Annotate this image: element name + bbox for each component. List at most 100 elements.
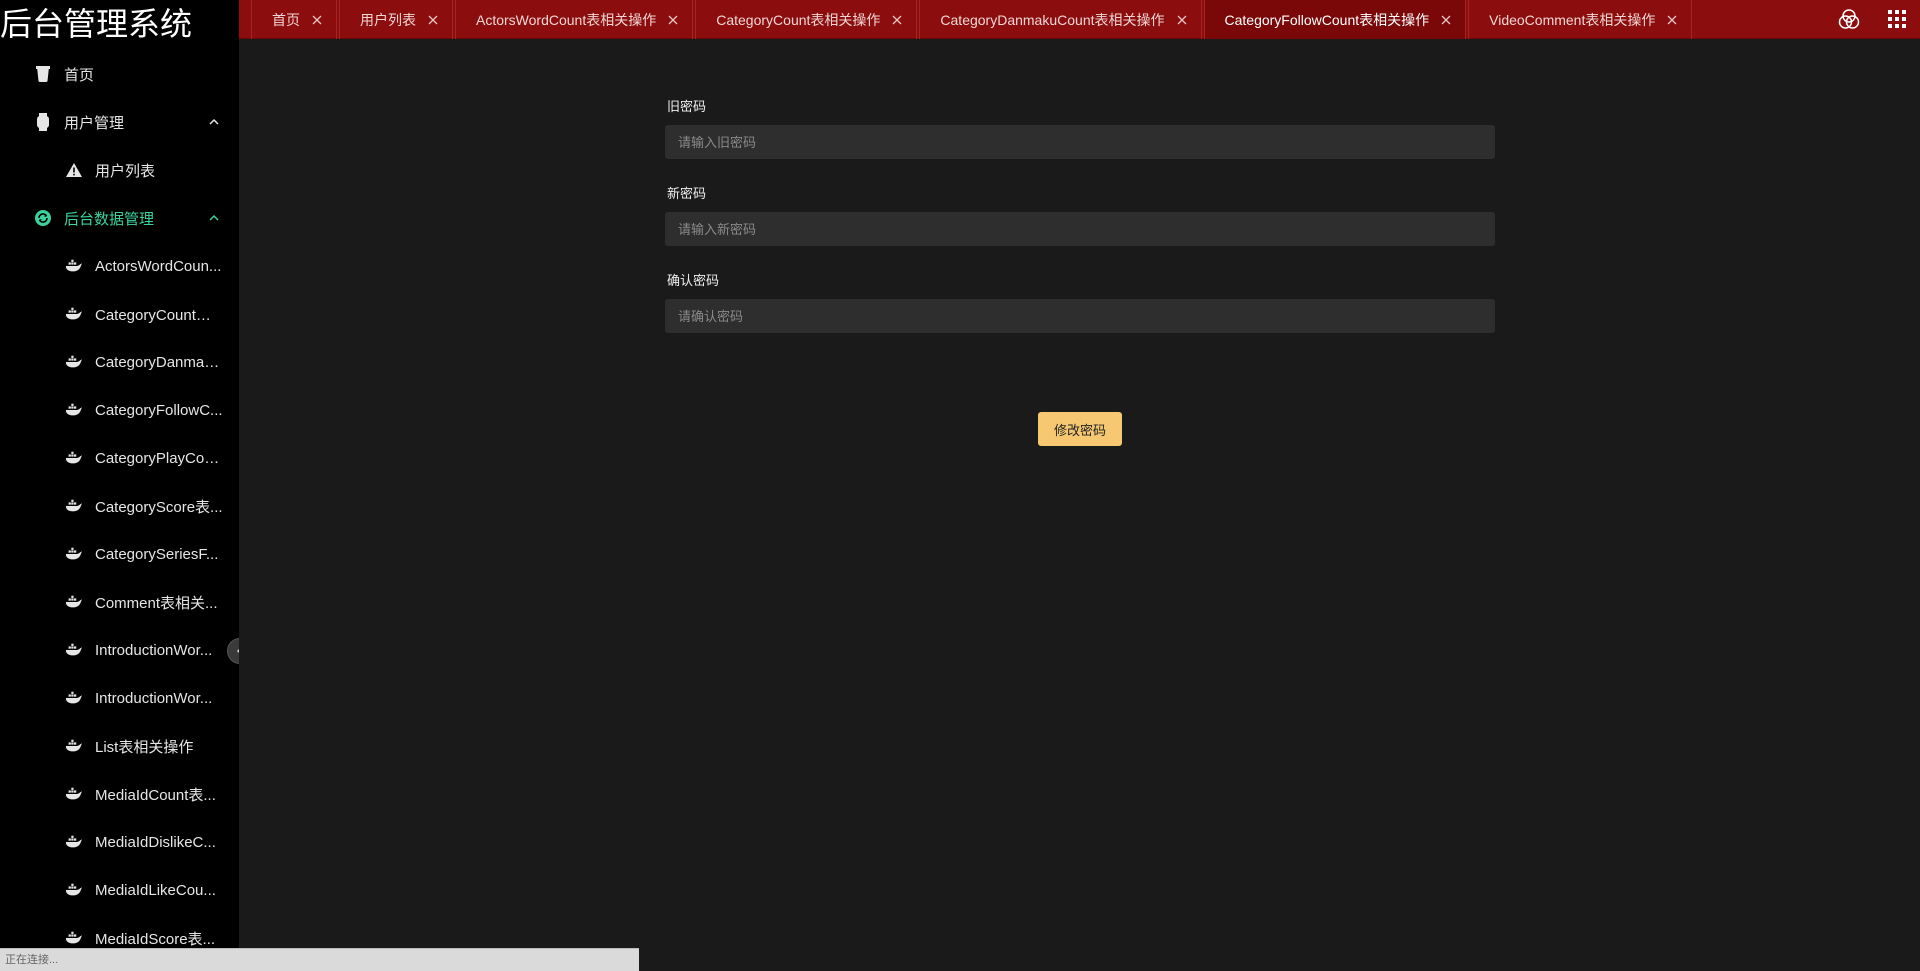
tab[interactable]: ActorsWordCount表相关操作 xyxy=(455,0,694,39)
whale-icon xyxy=(65,353,83,371)
whale-icon xyxy=(65,305,83,323)
sidebar-item-label: CategorySeriesF... xyxy=(95,545,219,563)
main-content: 旧密码 新密码 确认密码 修改密码 xyxy=(239,40,1920,971)
tab[interactable]: CategoryFollowCount表相关操作 xyxy=(1203,0,1467,39)
app-title: 后台管理系统 xyxy=(0,6,193,42)
chevron-up-icon xyxy=(209,214,219,221)
confirm-password-label: 确认密码 xyxy=(667,273,720,288)
whale-icon xyxy=(65,449,83,467)
sidebar-data-item[interactable]: CategoryFollowC... xyxy=(0,386,239,434)
old-password-label: 旧密码 xyxy=(667,99,707,114)
sidebar-item-label: Comment表相关... xyxy=(95,594,218,612)
sidebar-data-item[interactable]: CategoryDanmak... xyxy=(0,338,239,386)
theme-circles-icon[interactable] xyxy=(1838,8,1860,30)
whale-icon xyxy=(65,929,83,947)
tab-label: CategoryCount表相关操作 xyxy=(716,11,881,28)
confirm-password-input[interactable] xyxy=(665,299,1495,333)
sidebar-data-item[interactable]: MediaIdDislikeC... xyxy=(0,818,239,866)
close-icon[interactable] xyxy=(892,15,902,25)
sidebar-item-label: 用户列表 xyxy=(95,162,156,180)
whale-icon xyxy=(65,833,83,851)
grid-icon[interactable] xyxy=(1886,8,1908,30)
whale-icon xyxy=(65,593,83,611)
sidebar-item-label: IntroductionWor... xyxy=(95,641,213,659)
tab-label: CategoryFollowCount表相关操作 xyxy=(1224,11,1430,28)
sidebar-item-label: MediaIdDislikeC... xyxy=(95,833,216,851)
chevron-up-icon xyxy=(209,118,219,125)
sidebar-item-user-list[interactable]: 用户列表 xyxy=(0,146,239,194)
whale-icon xyxy=(65,401,83,419)
sidebar-item-user-management[interactable]: 用户管理 xyxy=(0,98,239,146)
sidebar-item-label: CategoryFollowC... xyxy=(95,401,223,419)
whale-icon xyxy=(65,257,83,275)
whale-icon xyxy=(65,881,83,899)
sidebar-data-item[interactable]: ActorsWordCoun... xyxy=(0,242,239,290)
sidebar-data-item[interactable]: IntroductionWor... xyxy=(0,674,239,722)
whale-icon xyxy=(65,641,83,659)
cup-icon xyxy=(34,65,52,83)
sidebar-data-item[interactable]: CategorySeriesF... xyxy=(0,530,239,578)
close-icon[interactable] xyxy=(1667,15,1677,25)
new-password-label: 新密码 xyxy=(667,186,707,201)
refresh-icon xyxy=(34,209,52,227)
sidebar-data-item[interactable]: List表相关操作 xyxy=(0,722,239,770)
new-password-field: 新密码 xyxy=(665,183,1495,246)
whale-icon xyxy=(65,689,83,707)
sidebar-item-label: MediaIdCount表... xyxy=(95,786,216,804)
tabs: 首页 用户列表 ActorsWordCount表相关操作 CategoryCount表… xyxy=(251,0,1694,39)
sidebar-item-data-management[interactable]: 后台数据管理 xyxy=(0,194,239,242)
sidebar: 后台管理系统 首页 用户管理 用户列表 后台数据管理 ActorsWordCou… xyxy=(0,0,239,971)
old-password-field: 旧密码 xyxy=(665,96,1495,159)
close-icon[interactable] xyxy=(312,15,322,25)
sidebar-data-item[interactable]: Comment表相关... xyxy=(0,578,239,626)
tab[interactable]: 用户列表 xyxy=(339,0,453,39)
tab-label: 首页 xyxy=(272,11,300,28)
sidebar-data-item[interactable]: CategoryScore表... xyxy=(0,482,239,530)
sidebar-item-label: CategoryScore表... xyxy=(95,498,223,516)
tab-label: VideoComment表相关操作 xyxy=(1489,11,1656,28)
sidebar-data-item[interactable]: IntroductionWor... xyxy=(0,626,239,674)
close-icon[interactable] xyxy=(1177,15,1187,25)
tab[interactable]: CategoryDanmakuCount表相关操作 xyxy=(919,0,1202,39)
sidebar-data-item[interactable]: CategoryPlayCou... xyxy=(0,434,239,482)
tab[interactable]: VideoComment表相关操作 xyxy=(1468,0,1693,39)
sidebar-item-home[interactable]: 首页 xyxy=(0,50,239,98)
sidebar-item-label: 用户管理 xyxy=(64,114,125,132)
new-password-input[interactable] xyxy=(665,212,1495,246)
old-password-input[interactable] xyxy=(665,125,1495,159)
sidebar-data-item[interactable]: MediaIdLikeCou... xyxy=(0,866,239,914)
whale-icon xyxy=(65,737,83,755)
sidebar-item-label: IntroductionWor... xyxy=(95,689,213,707)
tab-bar: 首页 用户列表 ActorsWordCount表相关操作 CategoryCount表… xyxy=(239,0,1920,39)
sidebar-item-label: CategoryPlayCou... xyxy=(95,449,223,467)
tab[interactable]: 首页 xyxy=(251,0,337,39)
watch-icon xyxy=(34,113,52,131)
sidebar-item-label: ActorsWordCoun... xyxy=(95,257,222,275)
sidebar-item-label: List表相关操作 xyxy=(95,738,194,756)
sidebar-item-label: CategoryCount表... xyxy=(95,306,223,324)
status-bar: 正在连接... xyxy=(0,948,639,971)
whale-icon xyxy=(65,497,83,515)
chevron-left-icon xyxy=(236,648,239,654)
sidebar-item-label: 后台数据管理 xyxy=(64,210,155,228)
sidebar-data-item[interactable]: CategoryCount表... xyxy=(0,290,239,338)
warning-icon xyxy=(65,161,83,179)
tab-label: ActorsWordCount表相关操作 xyxy=(476,11,657,28)
whale-icon xyxy=(65,785,83,803)
sidebar-item-label: 首页 xyxy=(64,66,95,84)
change-password-button[interactable]: 修改密码 xyxy=(1038,412,1122,446)
whale-icon xyxy=(65,545,83,563)
sidebar-item-label: CategoryDanmak... xyxy=(95,353,223,371)
sidebar-item-label: MediaIdScore表... xyxy=(95,930,216,948)
tab-label: CategoryDanmakuCount表相关操作 xyxy=(940,11,1165,28)
confirm-password-field: 确认密码 xyxy=(665,270,1495,333)
close-icon[interactable] xyxy=(428,15,438,25)
sidebar-data-item[interactable]: MediaIdCount表... xyxy=(0,770,239,818)
close-icon[interactable] xyxy=(1441,15,1451,25)
sidebar-menu: 首页 用户管理 用户列表 后台数据管理 ActorsWordCoun... Cat… xyxy=(0,50,239,962)
tab[interactable]: CategoryCount表相关操作 xyxy=(695,0,918,39)
tab-label: 用户列表 xyxy=(360,11,416,28)
close-icon[interactable] xyxy=(668,15,678,25)
sidebar-item-label: MediaIdLikeCou... xyxy=(95,881,216,899)
change-password-form: 旧密码 新密码 确认密码 修改密码 xyxy=(665,96,1495,446)
